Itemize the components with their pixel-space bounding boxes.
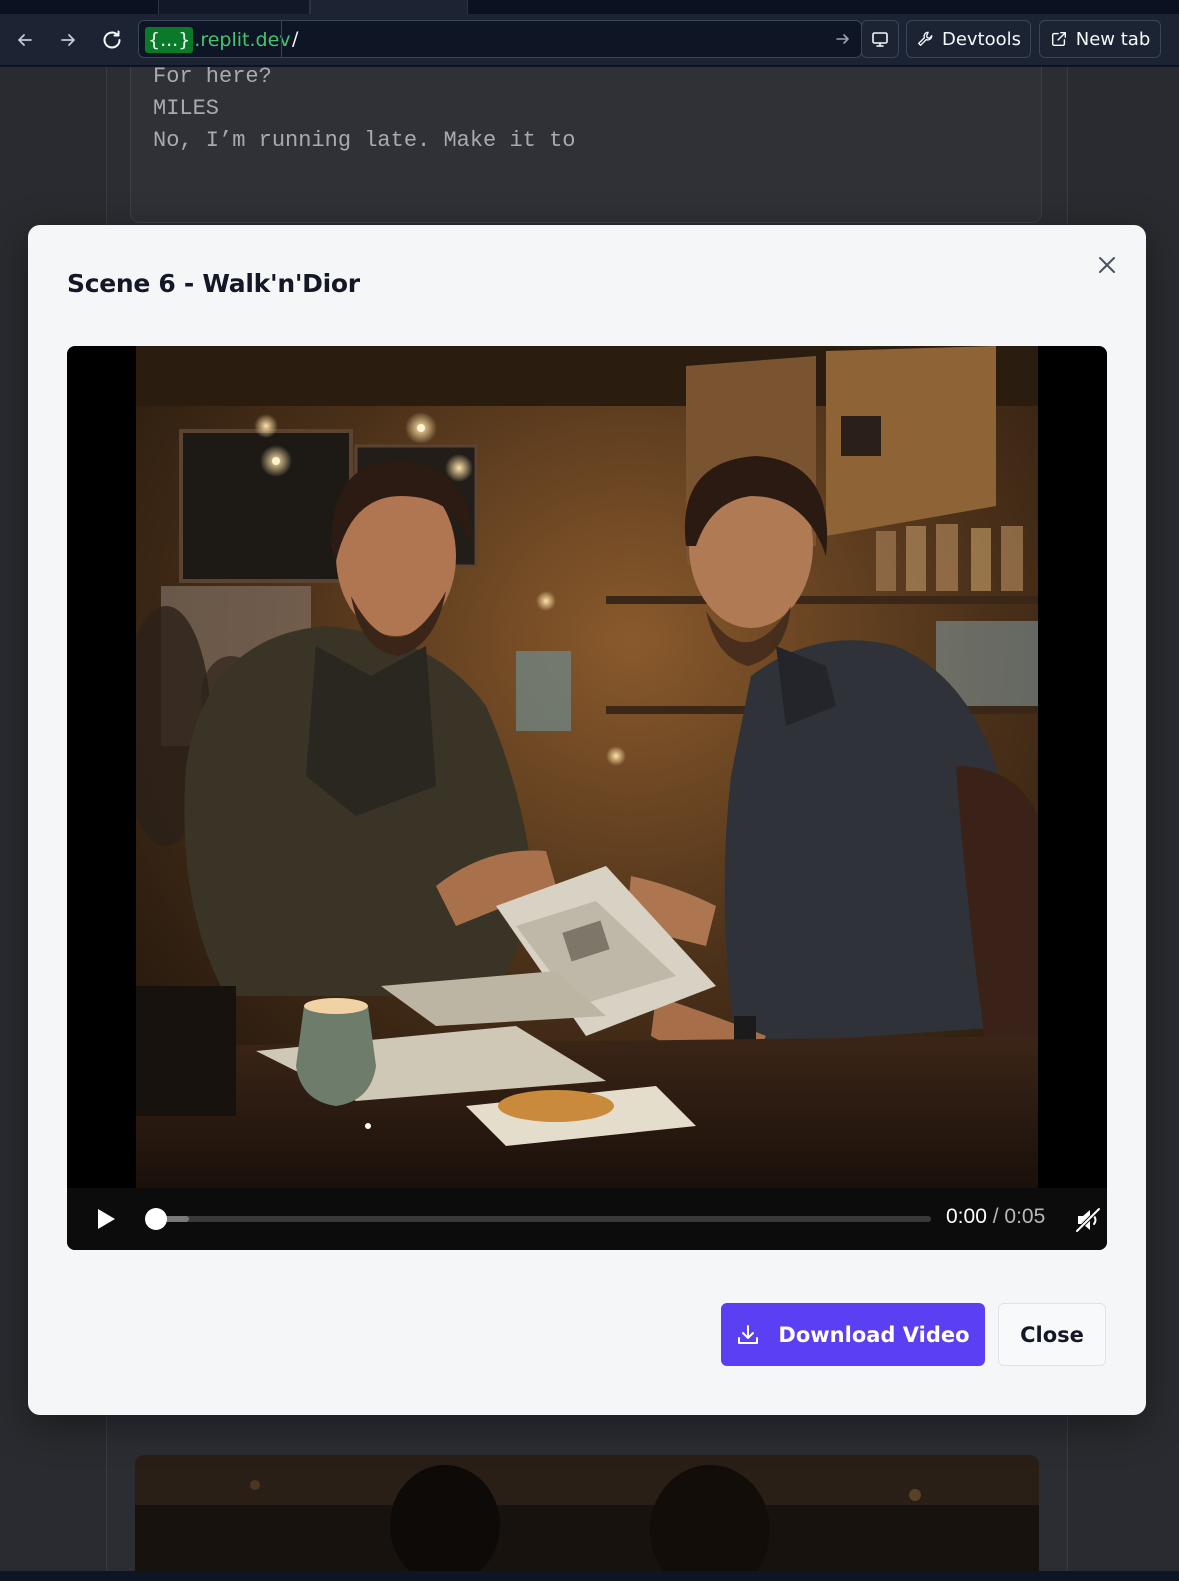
wrench-icon bbox=[917, 31, 933, 46]
screen-button[interactable] bbox=[861, 20, 899, 58]
tab-strip bbox=[0, 0, 1179, 14]
close-button-label: Close bbox=[1020, 1322, 1084, 1347]
video-controls: 0:00 / 0:05 bbox=[67, 1188, 1107, 1250]
forward-button[interactable] bbox=[54, 26, 82, 54]
monitor-icon bbox=[872, 32, 888, 47]
bottom-bar bbox=[0, 1571, 1179, 1581]
go-button[interactable] bbox=[831, 27, 855, 51]
reload-icon bbox=[103, 30, 121, 49]
browser-toolbar: {...} .replit.dev / Devtools New tab bbox=[0, 14, 1179, 66]
reload-button[interactable] bbox=[98, 26, 126, 54]
script-line: MILES bbox=[153, 96, 220, 121]
video-modal: Scene 6 - Walk'n'Dior 0:00 / 0:05 Downlo… bbox=[28, 225, 1146, 1415]
arrow-right-icon bbox=[61, 34, 75, 46]
script-line: For here? bbox=[153, 67, 272, 89]
modal-close-button[interactable] bbox=[1094, 252, 1120, 278]
time-separator: / bbox=[986, 1205, 1005, 1228]
scene-thumbnail[interactable] bbox=[135, 1455, 1039, 1581]
video-frame[interactable] bbox=[136, 346, 1038, 1188]
url-path-input[interactable]: / bbox=[292, 21, 298, 57]
download-video-button[interactable]: Download Video bbox=[721, 1303, 985, 1366]
browser-tab-active[interactable] bbox=[310, 0, 468, 14]
mute-button[interactable] bbox=[1074, 1206, 1102, 1234]
arrow-right-icon bbox=[836, 34, 849, 44]
seek-bar[interactable] bbox=[145, 1208, 931, 1230]
duration: 0:05 bbox=[1004, 1205, 1046, 1228]
close-button[interactable]: Close bbox=[998, 1303, 1106, 1366]
play-icon bbox=[98, 1209, 115, 1229]
script-line: No, I’m running late. Make it to bbox=[153, 128, 576, 153]
script-textarea[interactable]: For here? MILES No, I’m running late. Ma… bbox=[130, 67, 1042, 223]
modal-title: Scene 6 - Walk'n'Dior bbox=[67, 269, 360, 298]
devtools-button[interactable]: Devtools bbox=[906, 20, 1031, 58]
url-host-badge: {...} bbox=[145, 27, 194, 53]
new-tab-label: New tab bbox=[1075, 28, 1151, 50]
current-time: 0:00 bbox=[946, 1205, 987, 1228]
back-button[interactable] bbox=[11, 26, 39, 54]
download-video-label: Download Video bbox=[778, 1322, 970, 1347]
url-host: {...} .replit.dev bbox=[145, 27, 291, 53]
play-button[interactable] bbox=[93, 1206, 119, 1232]
browser-tab[interactable] bbox=[158, 0, 310, 14]
video-player[interactable]: 0:00 / 0:05 bbox=[67, 346, 1107, 1250]
external-link-icon bbox=[1051, 31, 1066, 47]
time-display: 0:00 / 0:05 bbox=[946, 1205, 1045, 1229]
url-bar[interactable]: {...} .replit.dev / bbox=[138, 20, 862, 58]
seek-track bbox=[145, 1216, 931, 1222]
arrow-left-icon bbox=[18, 34, 32, 46]
devtools-label: Devtools bbox=[941, 28, 1022, 50]
close-icon bbox=[1099, 257, 1115, 273]
download-icon bbox=[738, 1324, 759, 1344]
url-host-domain: .replit.dev bbox=[194, 29, 291, 51]
seek-handle[interactable] bbox=[145, 1208, 167, 1230]
new-tab-button[interactable]: New tab bbox=[1039, 20, 1161, 58]
volume-muted-icon bbox=[1075, 1207, 1101, 1233]
url-divider bbox=[281, 21, 282, 57]
